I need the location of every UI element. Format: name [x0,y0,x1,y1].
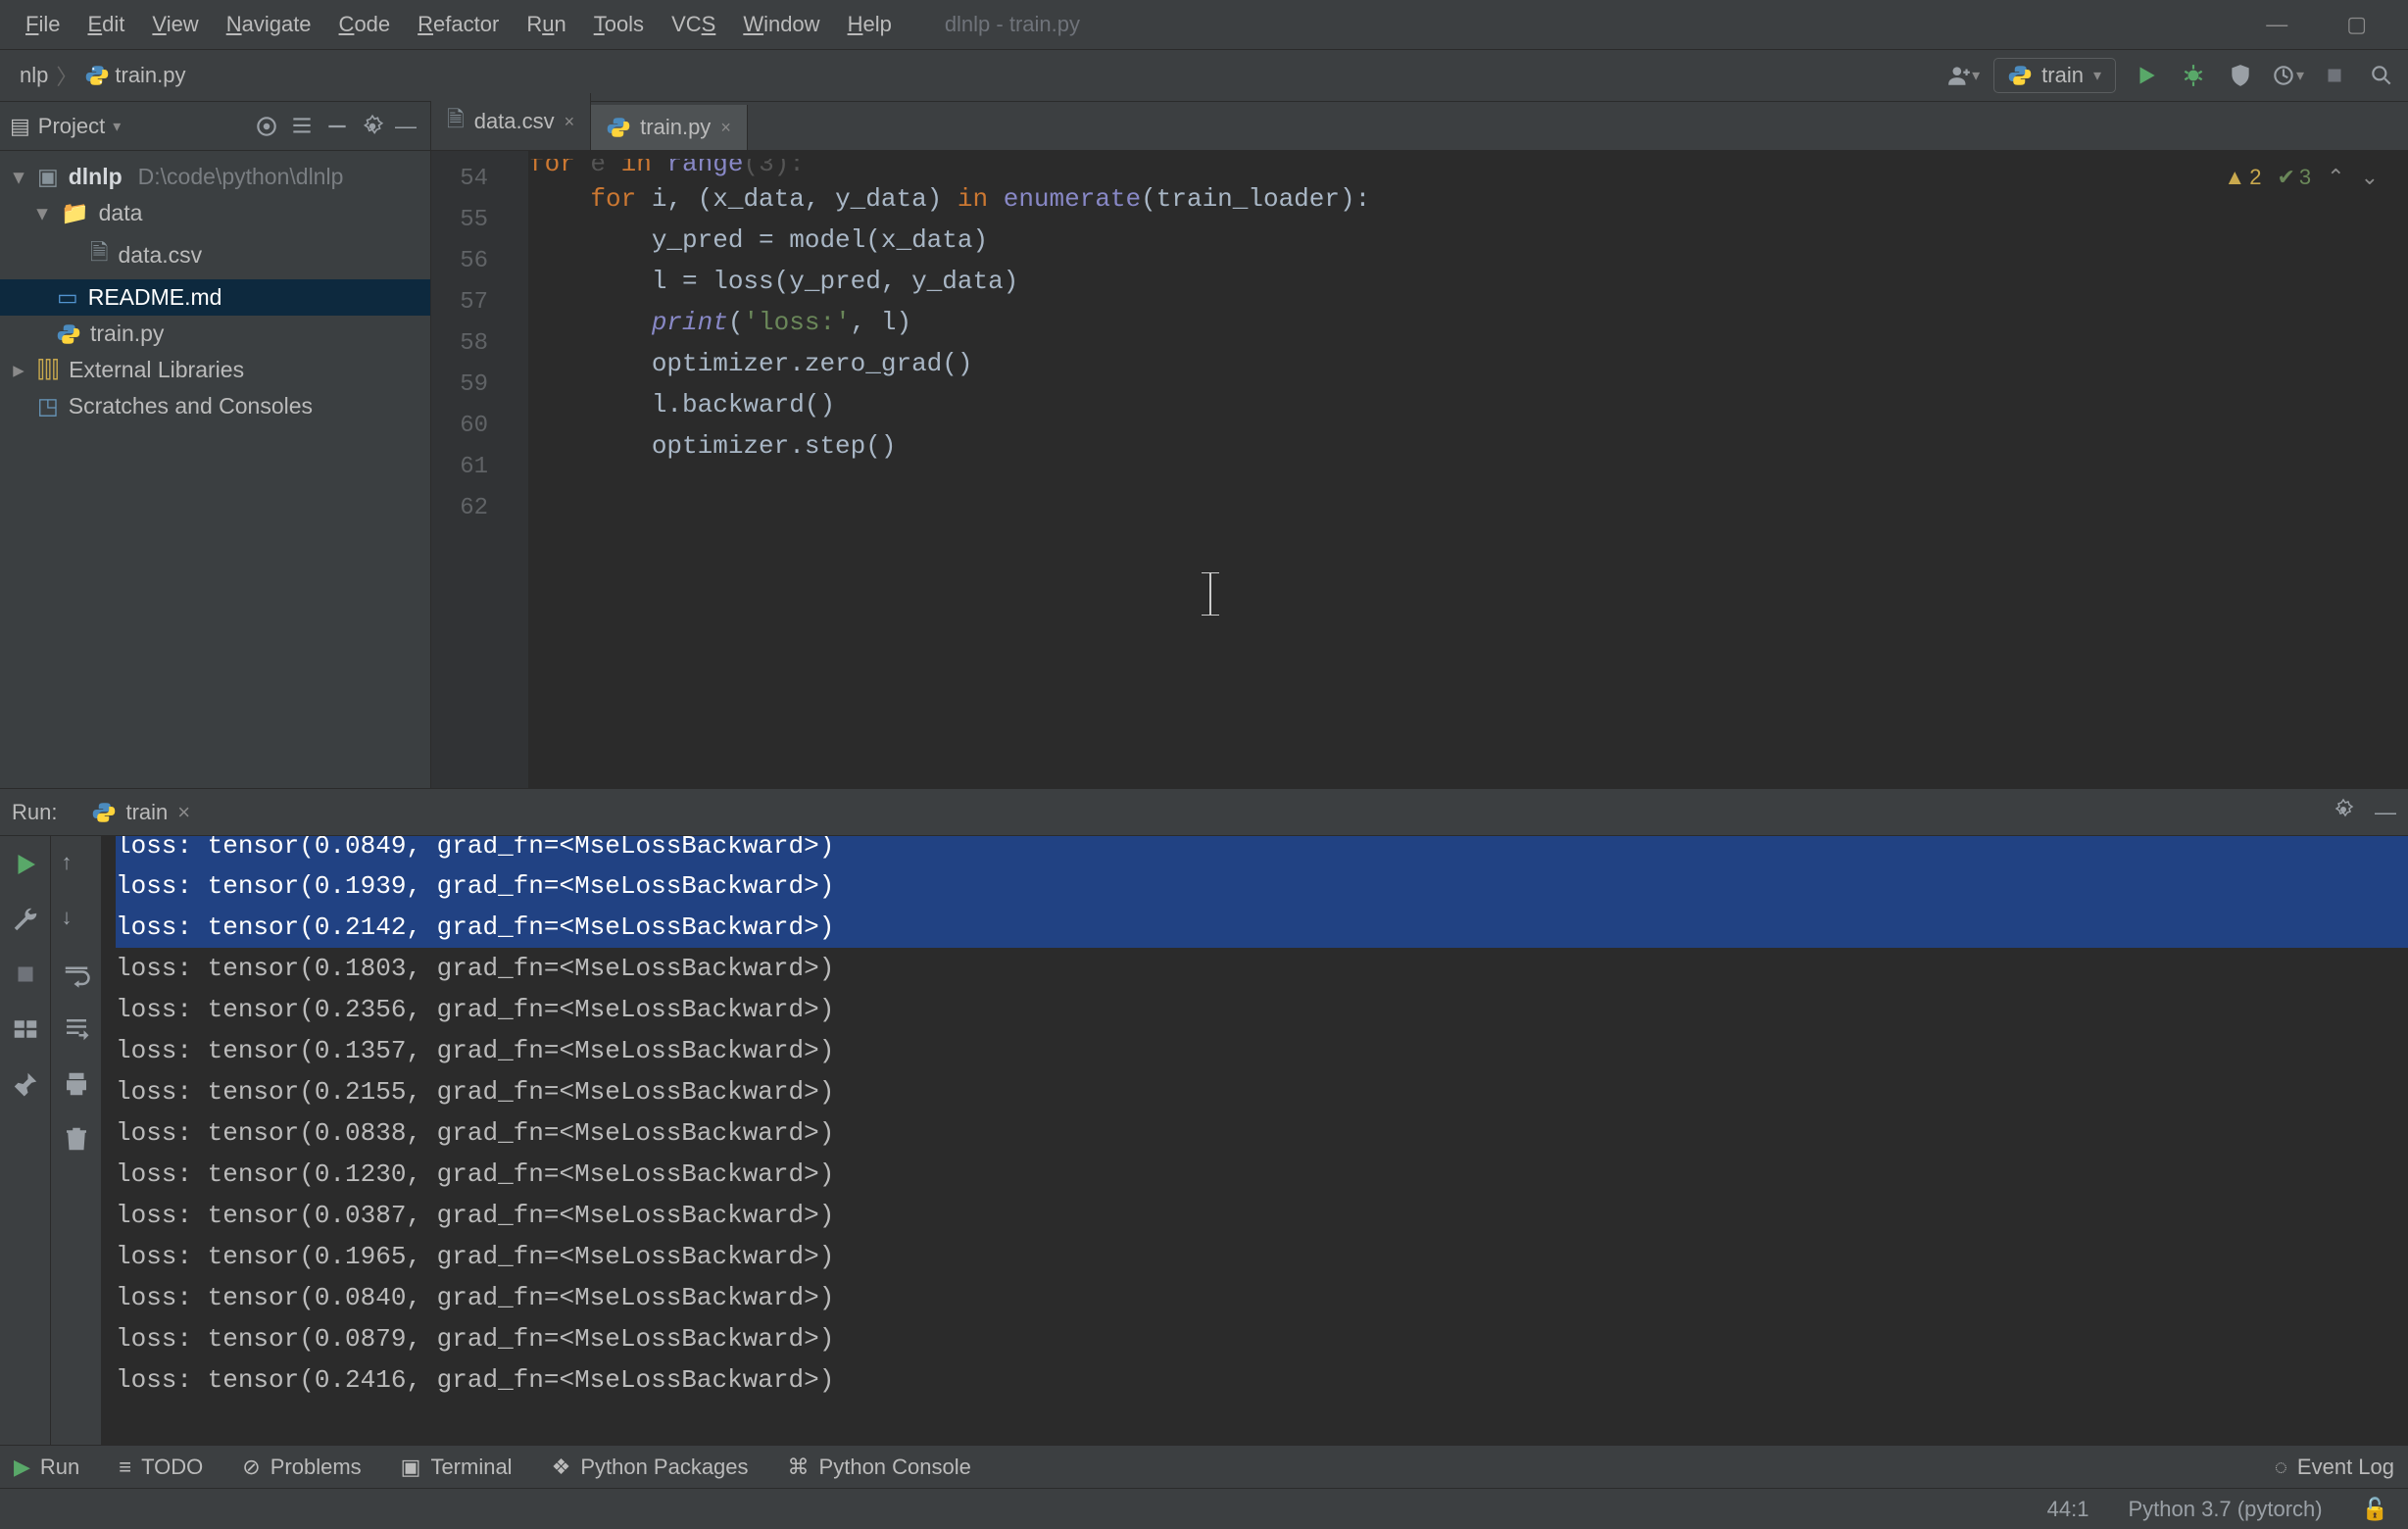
window-title: dlnlp - train.py [945,12,1080,37]
run-config-selector[interactable]: train ▾ [1993,58,2116,93]
menu-run[interactable]: Run [513,12,579,37]
project-view-selector[interactable]: ▤ Project ▾ [10,114,121,139]
run-tool-window: Run: train × — ↑ ↓ loss: [0,788,2408,1445]
status-bar: 44:1 Python 3.7 (pytorch) 🔓 [0,1488,2408,1529]
trash-icon[interactable] [62,1124,91,1154]
collapse-all-icon[interactable] [324,114,350,139]
wrench-icon[interactable] [11,905,40,934]
tab-python-console[interactable]: ⌘Python Console [788,1455,971,1480]
run-settings-icon[interactable] [2332,798,2355,827]
down-icon[interactable]: ↓ [62,905,91,934]
tree-file-train-py[interactable]: train.py [0,316,430,352]
python-file-icon [607,116,630,139]
layout-icon[interactable] [11,1014,40,1044]
lock-icon[interactable]: 🔓 [2362,1497,2388,1522]
project-tool-window: ▤ Project ▾ — ▾ ▣ dlnlp D:\code\python\d… [0,102,431,788]
project-tree[interactable]: ▾ ▣ dlnlp D:\code\python\dlnlp ▾📁 data 🗎… [0,151,430,432]
menu-code[interactable]: Code [325,12,405,37]
rerun-icon[interactable] [11,850,40,879]
typo-icon: ✔ [2277,165,2294,190]
window-maximize-icon[interactable]: ▢ [2346,12,2367,37]
breadcrumb[interactable]: nlp 〉 train.py [10,58,196,93]
menu-tools[interactable]: Tools [580,12,658,37]
pin-icon[interactable] [11,1069,40,1099]
tab-train-py[interactable]: train.py × [591,105,748,150]
tree-root[interactable]: ▾ ▣ dlnlp D:\code\python\dlnlp [0,159,430,195]
run-label: Run: [12,800,57,825]
bottom-tool-tabs: ▶Run ≡TODO ⊘Problems ▣Terminal ❖Python P… [0,1445,2408,1488]
editor-area: 🗎 data.csv × train.py × 5455565758596061… [431,102,2408,788]
tab-todo[interactable]: ≡TODO [119,1455,203,1480]
text-caret [1196,572,1225,621]
run-tab-train[interactable]: train × [86,796,196,829]
add-user-icon[interactable]: ▾ [1946,59,1980,92]
menu-file[interactable]: File [12,12,74,37]
run-button[interactable] [2130,59,2163,92]
expand-all-icon[interactable] [289,114,315,139]
tree-folder-data[interactable]: ▾📁 data [0,195,430,231]
prev-highlight-icon[interactable]: ⌃ [2327,165,2344,190]
close-icon[interactable]: × [177,800,190,825]
breadcrumb-project[interactable]: nlp [20,63,48,88]
print-icon[interactable] [62,1069,91,1099]
main-split: ▤ Project ▾ — ▾ ▣ dlnlp D:\code\python\d… [0,102,2408,788]
locate-icon[interactable] [254,114,279,139]
window-minimize-icon[interactable]: — [2266,12,2287,37]
console-output[interactable]: loss: tensor(0.0849, grad_fn=<MseLossBac… [102,836,2408,1445]
hide-icon[interactable]: — [395,114,420,139]
interpreter-label[interactable]: Python 3.7 (pytorch) [2128,1497,2322,1522]
coverage-button[interactable] [2224,59,2257,92]
menu-help[interactable]: Help [834,12,906,37]
up-icon[interactable]: ↑ [62,850,91,879]
python-icon [92,801,116,824]
hide-run-icon[interactable]: — [2375,800,2396,825]
python-icon [2008,64,2032,87]
tab-run[interactable]: ▶Run [14,1455,79,1480]
python-file-icon [85,64,109,87]
menu-edit[interactable]: Edit [74,12,138,37]
breadcrumb-file[interactable]: train.py [115,63,185,88]
menu-navigate[interactable]: Navigate [213,12,325,37]
stop-button[interactable] [2318,59,2351,92]
tree-scratches[interactable]: ◳ Scratches and Consoles [0,388,430,424]
nav-toolbar: nlp 〉 train.py ▾ train ▾ ▾ [0,49,2408,102]
tab-terminal[interactable]: ▣Terminal [401,1455,513,1480]
fold-gutter[interactable] [500,151,529,788]
search-everywhere-icon[interactable] [2365,59,2398,92]
close-icon[interactable]: × [565,112,575,132]
menu-view[interactable]: View [138,12,212,37]
warning-icon: ▲ [2224,165,2245,190]
tree-external-libraries[interactable]: ▸⫿⫿⫿ External Libraries [0,352,430,388]
tab-data-csv[interactable]: 🗎 data.csv × [431,93,591,150]
run-side-toolbar-2: ↑ ↓ [51,836,102,1445]
tree-file-data-csv[interactable]: 🗎 data.csv [0,231,430,279]
menu-vcs[interactable]: VCS [658,12,729,37]
menu-window[interactable]: Window [729,12,833,37]
settings-icon[interactable] [360,114,385,139]
run-side-toolbar-1 [0,836,51,1445]
menu-bar: File Edit View Navigate Code Refactor Ru… [0,0,2408,49]
tab-problems[interactable]: ⊘Problems [242,1455,361,1480]
debug-button[interactable] [2177,59,2210,92]
run-config-label: train [2041,63,2084,88]
caret-position[interactable]: 44:1 [2047,1497,2089,1522]
next-highlight-icon[interactable]: ⌄ [2361,165,2379,190]
profile-button[interactable]: ▾ [2271,59,2304,92]
tab-event-log[interactable]: ◌Event Log [2275,1455,2394,1480]
code-editor[interactable]: 545556575859606162 for e in range(3): fo… [431,151,2408,788]
editor-tabs: 🗎 data.csv × train.py × [431,102,2408,151]
line-gutter[interactable]: 545556575859606162 [431,151,500,788]
menu-refactor[interactable]: Refactor [404,12,513,37]
close-icon[interactable]: × [720,118,731,138]
tree-file-readme[interactable]: ▭ README.md [0,279,430,316]
scroll-to-end-icon[interactable] [62,1014,91,1044]
inspection-widget[interactable]: ▲2 ✔3 ⌃ ⌄ [2224,165,2379,190]
python-file-icon [57,322,80,346]
soft-wrap-icon[interactable] [62,960,91,989]
tab-python-packages[interactable]: ❖Python Packages [552,1455,749,1480]
stop-icon[interactable] [11,960,40,989]
project-header: ▤ Project ▾ — [0,102,430,151]
